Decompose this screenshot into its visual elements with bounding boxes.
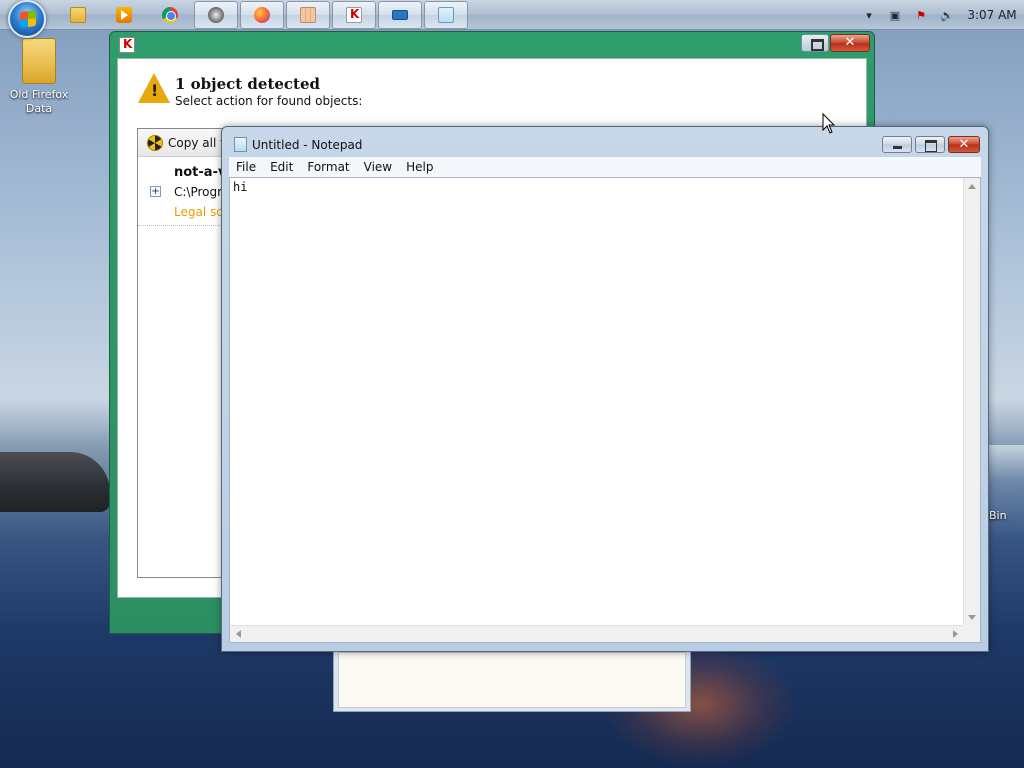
- notepad-icon: [438, 7, 454, 23]
- scroll-right-icon[interactable]: [953, 630, 958, 638]
- alert-title: 1 object detected: [175, 75, 321, 93]
- chrome-icon: [162, 7, 178, 23]
- network-icon[interactable]: ▣: [885, 7, 905, 23]
- keyboard-icon: [392, 10, 408, 20]
- taskbar-item-firefox[interactable]: [240, 1, 284, 29]
- close-button[interactable]: ✕: [830, 34, 870, 52]
- minimize-button[interactable]: [882, 136, 912, 153]
- taskbar-item-notepad[interactable]: [424, 1, 468, 29]
- notepad-icon: [234, 137, 247, 152]
- desktop-icon-old-firefox-data[interactable]: Old Firefox Data: [8, 38, 70, 116]
- scroll-down-icon[interactable]: [968, 615, 976, 620]
- mouse-cursor-icon: [822, 113, 836, 134]
- warning-icon: [138, 73, 170, 103]
- firefox-icon: [254, 7, 270, 23]
- grid-app-icon: [300, 7, 316, 23]
- background-dialog-content: [338, 652, 686, 708]
- taskbar: ▾ ▣ ⚑ 🔈 3:07 AM: [0, 0, 1024, 38]
- taskbar-item-steam[interactable]: [194, 1, 238, 29]
- alert-subtitle: Select action for found objects:: [175, 94, 363, 108]
- start-button[interactable]: [8, 0, 46, 38]
- recycle-bin-partial-label[interactable]: Bin: [989, 509, 1007, 522]
- wallpaper-rocks: [0, 452, 110, 512]
- notepad-window: Untitled - Notepad ✕ File Edit Format Vi…: [221, 126, 989, 652]
- show-hidden-icon[interactable]: ▾: [859, 7, 879, 23]
- kaspersky-icon: [346, 7, 362, 23]
- media-player-icon: [116, 7, 132, 23]
- taskbar-item-kaspersky[interactable]: [332, 1, 376, 29]
- quarantine-icon: [147, 134, 163, 151]
- menu-format[interactable]: Format: [300, 160, 356, 174]
- expand-icon[interactable]: +: [150, 186, 161, 197]
- clock[interactable]: 3:07 AM: [960, 8, 1024, 22]
- folder-icon: [70, 7, 86, 23]
- system-tray: ▾ ▣ ⚑ 🔈 3:07 AM: [856, 0, 1024, 30]
- menu-help[interactable]: Help: [399, 160, 440, 174]
- window-title: Untitled - Notepad: [252, 138, 363, 152]
- action-center-flag-icon[interactable]: ⚑: [911, 7, 931, 23]
- steam-icon: [208, 7, 224, 23]
- taskbar-item-keyboard[interactable]: [378, 1, 422, 29]
- scroll-left-icon[interactable]: [236, 630, 241, 638]
- maximize-button[interactable]: [915, 136, 945, 153]
- volume-icon[interactable]: 🔈: [937, 7, 957, 23]
- taskbar-item-explorer[interactable]: [56, 1, 100, 29]
- desktop-icon-label: Old Firefox Data: [9, 88, 69, 115]
- detected-object-type[interactable]: Legal sof: [174, 205, 228, 219]
- background-dialog: [333, 650, 691, 712]
- horizontal-scrollbar[interactable]: [230, 625, 964, 642]
- kaspersky-icon: [119, 37, 135, 53]
- close-button[interactable]: ✕: [948, 136, 980, 153]
- windows-logo-icon: [20, 10, 36, 28]
- menu-view[interactable]: View: [357, 160, 399, 174]
- folder-icon: [22, 38, 56, 84]
- taskbar-item-grid-app[interactable]: [286, 1, 330, 29]
- scroll-up-icon[interactable]: [968, 184, 976, 189]
- text-editor[interactable]: hi: [229, 177, 981, 643]
- resize-grip[interactable]: [963, 625, 980, 642]
- vertical-scrollbar[interactable]: [963, 178, 980, 626]
- menu-bar: File Edit Format View Help: [229, 157, 981, 177]
- maximize-button[interactable]: [801, 34, 829, 52]
- taskbar-item-media-player[interactable]: [102, 1, 146, 29]
- editor-content[interactable]: hi: [233, 180, 247, 194]
- taskbar-item-chrome[interactable]: [148, 1, 192, 29]
- menu-edit[interactable]: Edit: [263, 160, 300, 174]
- menu-file[interactable]: File: [229, 160, 263, 174]
